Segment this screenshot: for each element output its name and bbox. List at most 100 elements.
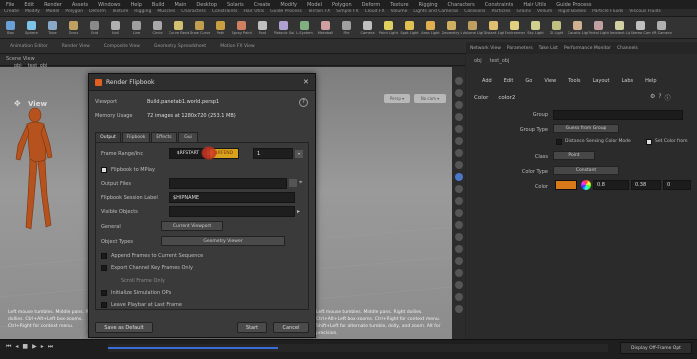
shelf-tool[interactable]: Box bbox=[0, 17, 21, 38]
display-icon[interactable] bbox=[454, 233, 463, 241]
color-type-dropdown[interactable]: Constant bbox=[553, 166, 619, 175]
shelf-tool[interactable]: Null bbox=[105, 17, 126, 38]
pane-tab[interactable]: Parameters bbox=[507, 46, 533, 51]
shelf-tab[interactable]: Constraints bbox=[212, 9, 238, 16]
network-menu-item[interactable]: View bbox=[544, 78, 556, 84]
shelf-tab[interactable]: Grains bbox=[516, 9, 531, 16]
shelf-tool[interactable]: Path bbox=[210, 17, 231, 38]
chevron-down-icon[interactable]: ▾ bbox=[295, 150, 303, 158]
toolbar-item[interactable]: Motion FX View bbox=[220, 44, 254, 49]
display-icon[interactable] bbox=[454, 257, 463, 265]
display-icon[interactable] bbox=[454, 185, 463, 193]
shelf-tool[interactable]: Circle bbox=[147, 17, 168, 38]
output-files-field[interactable] bbox=[169, 178, 287, 189]
pane-tab[interactable]: Channels bbox=[617, 46, 638, 51]
group-field[interactable] bbox=[553, 110, 683, 120]
set-color-checkbox[interactable] bbox=[646, 139, 652, 145]
general-dropdown[interactable]: Current Viewport bbox=[161, 221, 223, 231]
pick-icon[interactable]: ⌖ bbox=[299, 179, 306, 187]
tab-gui[interactable]: Gui bbox=[178, 132, 198, 142]
pane-tab[interactable]: Network View bbox=[470, 46, 501, 51]
shelf-tool[interactable]: Spot Light bbox=[399, 17, 420, 38]
help-icon[interactable]: ? bbox=[658, 93, 661, 102]
shelf-tab[interactable]: Volume bbox=[391, 9, 408, 16]
node-name[interactable]: color2 bbox=[498, 95, 515, 101]
jump-start-icon[interactable]: ⏮ bbox=[6, 343, 11, 351]
menu-item[interactable]: Windows bbox=[98, 2, 120, 8]
display-icon[interactable] bbox=[454, 197, 463, 205]
session-field[interactable]: $HIPNAME bbox=[169, 192, 295, 203]
menu-item[interactable]: Main bbox=[174, 2, 186, 8]
shelf-tab[interactable]: Model bbox=[46, 9, 60, 16]
network-menu-item[interactable]: Labs bbox=[622, 78, 634, 84]
group-type-dropdown[interactable]: Guess from Group bbox=[553, 124, 619, 133]
shelf-tool[interactable]: Torus bbox=[63, 17, 84, 38]
shelf-tool[interactable]: File bbox=[336, 17, 357, 38]
display-icon[interactable] bbox=[454, 245, 463, 253]
shelf-tool[interactable]: Distant Light bbox=[483, 17, 504, 38]
display-icon[interactable] bbox=[454, 113, 463, 121]
shelf-tool[interactable]: Tube bbox=[42, 17, 63, 38]
start-button[interactable]: Start bbox=[237, 322, 267, 333]
shelf-tool[interactable]: L-System bbox=[294, 17, 315, 38]
network-menu-item[interactable]: Edit bbox=[504, 78, 514, 84]
tab-flipbook[interactable]: Flipbook bbox=[122, 132, 150, 142]
shelf-tab[interactable]: Polygon bbox=[65, 9, 83, 16]
gear-icon[interactable]: ⚙ bbox=[650, 93, 655, 102]
shelf-tab[interactable]: Characters bbox=[181, 9, 206, 16]
visible-objects-field[interactable] bbox=[169, 206, 295, 217]
network-menu-item[interactable]: Help bbox=[645, 78, 656, 84]
dialog-title-bar[interactable]: Render Flipbook bbox=[89, 74, 315, 91]
tab-output[interactable]: Output bbox=[95, 132, 121, 142]
shelf-tool[interactable]: Camera bbox=[357, 17, 378, 38]
menu-item[interactable]: Solaris bbox=[227, 2, 244, 8]
menu-item[interactable]: Deform bbox=[362, 2, 381, 8]
shelf-tab[interactable]: Viscous Fluids bbox=[629, 9, 661, 16]
display-icon[interactable] bbox=[454, 89, 463, 97]
tab-effects[interactable]: Effects bbox=[151, 132, 177, 142]
path-segment-obj[interactable]: obj bbox=[474, 58, 482, 64]
shelf-tool[interactable]: Geometry Light bbox=[441, 17, 462, 38]
display-option-button[interactable]: Display Off-Frame Opt bbox=[620, 342, 692, 354]
leave-playbar-checkbox[interactable] bbox=[101, 302, 107, 308]
shelf-tool[interactable]: Metaball bbox=[315, 17, 336, 38]
menu-item[interactable]: Guide Process bbox=[556, 2, 591, 8]
stop-icon[interactable]: ■ bbox=[22, 343, 28, 351]
shelf-tool[interactable]: Grid bbox=[84, 17, 105, 38]
close-icon[interactable]: ✕ bbox=[303, 78, 309, 86]
shelf-tab[interactable]: Cloud FX bbox=[365, 9, 385, 16]
menu-item[interactable]: Render bbox=[44, 2, 62, 8]
export-keyframes-checkbox[interactable] bbox=[101, 265, 107, 271]
menu-item[interactable]: Rigging bbox=[419, 2, 438, 8]
shelf-tool[interactable]: Ambient Light bbox=[609, 17, 630, 38]
shelf-tab[interactable]: Vellum bbox=[537, 9, 552, 16]
path-segment-node[interactable]: test_obj bbox=[490, 58, 510, 64]
shelf-tab[interactable]: Create bbox=[4, 9, 19, 16]
network-menu-item[interactable]: Go bbox=[525, 78, 532, 84]
shelf-tab[interactable]: Hair Utils bbox=[244, 9, 265, 16]
distance-sensing-checkbox[interactable] bbox=[556, 139, 562, 145]
menu-item[interactable]: Constraints bbox=[485, 2, 514, 8]
display-icon[interactable] bbox=[454, 293, 463, 301]
network-menu-item[interactable]: Tools bbox=[568, 78, 580, 84]
info-icon[interactable]: ⓘ bbox=[665, 93, 671, 102]
shelf-tool[interactable]: Point Light bbox=[378, 17, 399, 38]
append-frames-checkbox[interactable] bbox=[101, 253, 107, 259]
step-back-icon[interactable]: ◂ bbox=[15, 343, 18, 351]
network-menu-item[interactable]: Add bbox=[482, 78, 492, 84]
shelf-tool[interactable]: Sphere bbox=[21, 17, 42, 38]
shelf-tool[interactable]: Spray Paint bbox=[231, 17, 252, 38]
display-icon[interactable] bbox=[454, 101, 463, 109]
shelf-tab[interactable]: Terrain FX bbox=[308, 9, 330, 16]
shelf-tab[interactable]: Collisions bbox=[464, 9, 485, 16]
shelf-tool[interactable]: Platonic Solids bbox=[273, 17, 294, 38]
shelf-tool[interactable]: Environment Light bbox=[504, 17, 525, 38]
class-dropdown[interactable]: Point bbox=[553, 151, 595, 160]
display-icon[interactable] bbox=[454, 281, 463, 289]
toolbar-item[interactable]: Render View bbox=[62, 44, 90, 49]
shelf-tool[interactable]: Draw Curve bbox=[189, 17, 210, 38]
shelf-tab[interactable]: Rigid Bodies bbox=[558, 9, 586, 16]
pane-tab[interactable]: Take List bbox=[539, 46, 558, 51]
file-chooser-icon[interactable] bbox=[289, 179, 297, 187]
menu-item[interactable]: Polygon bbox=[332, 2, 352, 8]
